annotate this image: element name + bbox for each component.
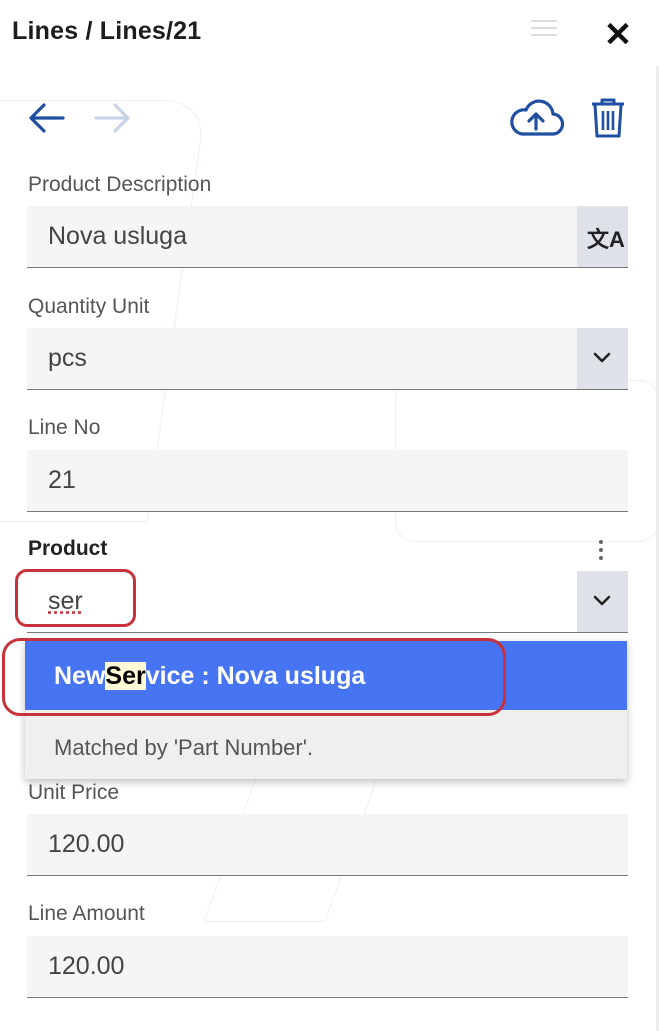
translate-icon: 文A	[587, 227, 625, 252]
line-no-field[interactable]: 21	[27, 450, 628, 512]
product-autocomplete-list: NewService : Nova usluga Matched by 'Par…	[25, 641, 627, 779]
line-amount-value: 120.00	[48, 952, 125, 980]
line-amount-field[interactable]: 120.00	[27, 936, 628, 998]
kebab-icon[interactable]	[597, 540, 605, 564]
unit-price-value: 120.00	[48, 830, 125, 858]
line-no-label: Line No	[28, 416, 101, 439]
arrow-right-icon	[92, 100, 132, 136]
quantity-unit-value: pcs	[48, 344, 87, 372]
product-description-label: Product Description	[28, 173, 212, 196]
panel-header: Lines / Lines/21 ✕	[0, 0, 659, 66]
match-hint: Matched by 'Part Number'.	[54, 735, 314, 760]
arrow-left-icon[interactable]	[27, 100, 67, 136]
chevron-down-icon	[593, 595, 611, 606]
product-description-value: Nova usluga	[48, 222, 187, 250]
close-icon[interactable]: ✕	[600, 17, 636, 53]
cloud-upload-icon[interactable]	[508, 96, 564, 140]
chevron-down-icon	[593, 352, 611, 363]
autocomplete-option-label: NewService : Nova usluga	[54, 662, 366, 690]
translate-button[interactable]: 文A	[577, 206, 628, 267]
product-dropdown-button[interactable]	[577, 571, 628, 632]
page-title: Lines / Lines/21	[12, 17, 202, 45]
product-description-field[interactable]: Nova usluga 文A	[27, 206, 628, 268]
autocomplete-option[interactable]: NewService : Nova usluga	[25, 641, 627, 710]
menu-icon[interactable]	[531, 20, 557, 42]
trash-icon[interactable]	[588, 96, 628, 140]
line-no-value: 21	[48, 466, 76, 494]
quantity-unit-dropdown-button[interactable]	[577, 328, 628, 389]
quantity-unit-label: Quantity Unit	[28, 295, 150, 318]
quantity-unit-select[interactable]: pcs	[27, 328, 628, 390]
product-label: Product	[28, 537, 108, 560]
unit-price-label: Unit Price	[28, 781, 120, 804]
unit-price-field[interactable]: 120.00	[27, 814, 628, 876]
line-amount-label: Line Amount	[28, 902, 145, 925]
product-input-value: ser	[48, 587, 83, 615]
product-input[interactable]: ser	[27, 571, 628, 633]
